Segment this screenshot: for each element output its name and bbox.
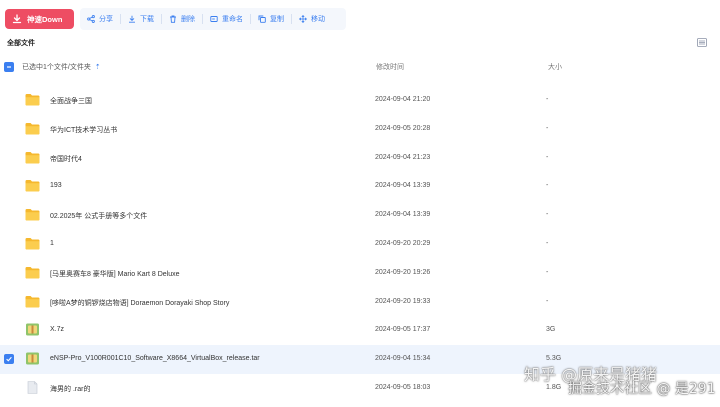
move-label: 移动: [311, 16, 325, 23]
file-name[interactable]: 193: [50, 182, 62, 189]
file-name[interactable]: X.7z: [50, 326, 64, 333]
file-size: -: [546, 96, 549, 103]
folder-icon: [25, 237, 40, 250]
rename-label: 重命名: [222, 16, 243, 23]
file-name[interactable]: 1: [50, 240, 54, 247]
rename-icon: [210, 15, 218, 23]
download-button[interactable]: 下载: [121, 8, 161, 30]
table-row[interactable]: 1 2024-09-20 20:29 -: [0, 230, 720, 259]
column-header-date[interactable]: 修改时间: [376, 62, 404, 72]
delete-button[interactable]: 删除: [162, 8, 202, 30]
share-button[interactable]: 分享: [80, 8, 120, 30]
file-modified-date: 2024-09-20 19:33: [375, 297, 431, 305]
list-view-icon[interactable]: [697, 38, 707, 47]
folder-icon: [25, 122, 40, 135]
select-all-checkbox[interactable]: [4, 62, 14, 72]
file-size: -: [546, 211, 549, 219]
archive-icon: [25, 323, 40, 336]
file-icon: [25, 381, 40, 394]
folder-icon: [25, 295, 40, 308]
selection-label: 已选中1个文件/文件夹: [22, 64, 91, 71]
sort-icon[interactable]: ⇡: [95, 63, 101, 71]
move-button[interactable]: 移动: [292, 8, 332, 30]
file-size: 1.8G: [546, 383, 562, 391]
table-row[interactable]: [哆啦A梦的铜锣烧店物语] Doraemon Dorayaki Shop Sto…: [0, 288, 720, 317]
file-name[interactable]: 全面战争三国: [50, 96, 92, 106]
table-row[interactable]: 帝国时代4 2024-09-04 21:23 -: [0, 144, 720, 173]
file-modified-date: 2024-09-04 15:34: [375, 355, 431, 363]
file-size: -: [546, 239, 549, 247]
file-action-group: 分享 下载 删除 重命名 复制 移动: [80, 8, 346, 30]
folder-icon: [25, 208, 40, 221]
breadcrumb[interactable]: 全部文件: [7, 38, 35, 48]
file-name[interactable]: 02.2025年 公式手册等多个文件: [50, 211, 147, 221]
file-size: -: [546, 182, 549, 190]
table-row[interactable]: X.7z 2024-09-05 17:37 3G: [0, 316, 720, 345]
file-size: -: [546, 297, 549, 305]
file-name[interactable]: 海男的 .rar的: [50, 384, 90, 394]
file-modified-date: 2024-09-05 17:37: [375, 326, 431, 334]
table-header: 已选中1个文件/文件夹 ⇡ 修改时间 大小: [0, 56, 720, 78]
table-row[interactable]: 全面战争三国 2024-09-04 21:20 -: [0, 86, 720, 115]
column-header-size[interactable]: 大小: [548, 62, 562, 72]
copy-button[interactable]: 复制: [251, 8, 291, 30]
file-size: 3G: [546, 326, 556, 334]
folder-icon: [25, 266, 40, 279]
speed-download-label: 神速Down: [27, 14, 63, 24]
file-modified-date: 2024-09-04 21:23: [375, 153, 431, 161]
download-icon: [12, 14, 22, 24]
toolbar: 神速Down 分享 下载 删除 重命名 复制 移动: [0, 0, 720, 36]
file-name[interactable]: 华为ICT技术学习丛书: [50, 125, 117, 135]
file-list: 全面战争三国 2024-09-04 21:20 - 华为ICT技术学习丛书 2024-0…: [0, 86, 720, 403]
table-row[interactable]: 华为ICT技术学习丛书 2024-09-05 20:28 -: [0, 115, 720, 144]
file-modified-date: 2024-09-05 18:03: [375, 383, 431, 391]
file-size: -: [546, 153, 549, 161]
trash-icon: [169, 15, 177, 23]
share-label: 分享: [99, 16, 113, 23]
download-label: 下载: [140, 16, 154, 23]
copy-icon: [258, 15, 266, 23]
file-size: -: [546, 124, 549, 132]
table-row[interactable]: [马里奥赛车8 豪华版] Mario Kart 8 Deluxe 2024-09-…: [0, 259, 720, 288]
file-modified-date: 2024-09-04 13:39: [375, 182, 431, 190]
move-icon: [299, 15, 307, 23]
rename-button[interactable]: 重命名: [203, 8, 250, 30]
watermark-line2: 掘金技术社区 @ 是291: [568, 381, 716, 397]
share-icon: [87, 15, 95, 23]
file-modified-date: 2024-09-05 20:28: [375, 124, 431, 132]
file-size: -: [546, 268, 549, 276]
speed-download-button[interactable]: 神速Down: [5, 9, 74, 29]
file-modified-date: 2024-09-20 19:26: [375, 268, 431, 276]
file-name[interactable]: [哆啦A梦的铜锣烧店物语] Doraemon Dorayaki Shop Sto…: [50, 298, 229, 308]
file-name[interactable]: 帝国时代4: [50, 154, 82, 164]
table-row[interactable]: 02.2025年 公式手册等多个文件 2024-09-04 13:39 -: [0, 201, 720, 230]
copy-label: 复制: [270, 16, 284, 23]
file-name[interactable]: eNSP-Pro_V100R001C10_Software_X8664_Virt…: [50, 355, 260, 362]
folder-icon: [25, 179, 40, 192]
file-modified-date: 2024-09-20 20:29: [375, 239, 431, 247]
file-name[interactable]: [马里奥赛车8 豪华版] Mario Kart 8 Deluxe: [50, 269, 180, 279]
selection-status: 已选中1个文件/文件夹 ⇡: [22, 62, 101, 72]
file-modified-date: 2024-09-04 21:20: [375, 96, 431, 103]
row-checkbox[interactable]: [4, 354, 14, 365]
file-modified-date: 2024-09-04 13:39: [375, 211, 431, 219]
table-row[interactable]: 193 2024-09-04 13:39 -: [0, 172, 720, 201]
folder-icon: [25, 93, 40, 106]
folder-icon: [25, 151, 40, 164]
delete-label: 删除: [181, 16, 195, 23]
download-icon: [128, 15, 136, 23]
archive-icon: [25, 352, 40, 365]
